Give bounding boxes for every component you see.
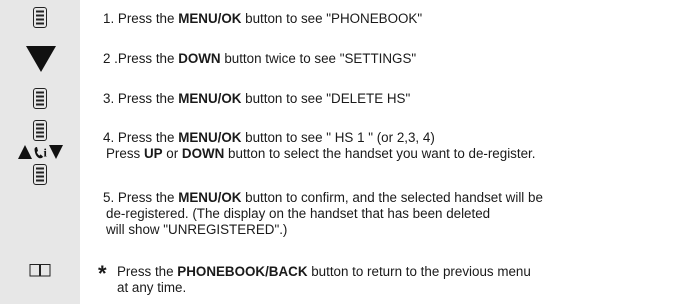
instruction-text: or xyxy=(162,146,182,161)
instruction-text: button twice to see "SETTINGS" xyxy=(220,51,417,66)
icon-sidebar: i xyxy=(0,0,80,304)
menu-ok-key-icon xyxy=(33,164,47,185)
key-name: MENU/OK xyxy=(178,91,242,106)
instruction-text: at any time. xyxy=(117,280,187,295)
instruction-line: Press UP or DOWN button to select the ha… xyxy=(103,146,535,162)
instruction-text: 4. Press the xyxy=(103,130,179,145)
step-5: 5. Press the MENU/OK button to confirm, … xyxy=(103,190,543,238)
menu-ok-key-icon xyxy=(33,120,47,141)
instruction-text: 3. Press the xyxy=(103,91,179,106)
instruction-line: 4. Press the MENU/OK button to see " HS … xyxy=(103,130,535,146)
instruction-line: 5. Press the MENU/OK button to confirm, … xyxy=(103,190,543,206)
instruction-line: de-registered. (The display on the hands… xyxy=(103,206,543,222)
instruction-line: 1. Press the MENU/OK button to see "PHON… xyxy=(103,11,422,27)
instruction-text: 5. Press the xyxy=(103,190,179,205)
instruction-text: will show "UNREGISTERED".) xyxy=(106,222,288,237)
step-1: 1. Press the MENU/OK button to see "PHON… xyxy=(103,11,422,27)
step-3: 3. Press the MENU/OK button to see "DELE… xyxy=(103,91,410,107)
up-phone-down-icon: i xyxy=(18,144,64,160)
instruction-line: Press the PHONEBOOK/BACK button to retur… xyxy=(117,264,531,280)
instruction-text: Press xyxy=(106,146,144,161)
key-name: MENU/OK xyxy=(178,11,242,26)
instruction-text: Press the xyxy=(117,264,178,279)
note-star: * xyxy=(98,261,107,286)
instruction-text: 2 .Press the xyxy=(103,51,179,66)
instruction-line: 3. Press the MENU/OK button to see "DELE… xyxy=(103,91,410,107)
instruction-text: button to see "PHONEBOOK" xyxy=(241,11,423,26)
step-4: 4. Press the MENU/OK button to see " HS … xyxy=(103,130,535,162)
svg-text:i: i xyxy=(44,146,48,160)
key-name: DOWN xyxy=(178,51,221,66)
step-2: 2 .Press the DOWN button twice to see "S… xyxy=(103,51,416,67)
instruction-text: button to return to the previous menu xyxy=(307,264,531,279)
open-book-icon xyxy=(29,263,51,277)
key-name: UP xyxy=(143,146,163,161)
key-name: MENU/OK xyxy=(178,130,242,145)
menu-ok-key-icon xyxy=(33,88,47,109)
instruction-line: at any time. xyxy=(117,280,531,296)
instruction-text: button to see " HS 1 " (or 2,3, 4) xyxy=(241,130,435,145)
instruction-line: will show "UNREGISTERED".) xyxy=(103,222,543,238)
instruction-text: de-registered. (The display on the hands… xyxy=(106,206,491,221)
key-name: DOWN xyxy=(181,146,225,161)
note-text: Press the PHONEBOOK/BACK button to retur… xyxy=(117,264,531,296)
instruction-text: button to confirm, and the selected hand… xyxy=(241,190,543,205)
instruction-text: 1. Press the xyxy=(103,11,179,26)
key-name: PHONEBOOK/BACK xyxy=(177,264,308,279)
instruction-text: button to see "DELETE HS" xyxy=(241,91,411,106)
instruction-text: button to select the handset you want to… xyxy=(224,146,536,161)
key-name: MENU/OK xyxy=(178,190,242,205)
instruction-line: 2 .Press the DOWN button twice to see "S… xyxy=(103,51,416,67)
down-arrow-icon xyxy=(26,46,56,72)
menu-ok-key-icon xyxy=(33,7,47,28)
